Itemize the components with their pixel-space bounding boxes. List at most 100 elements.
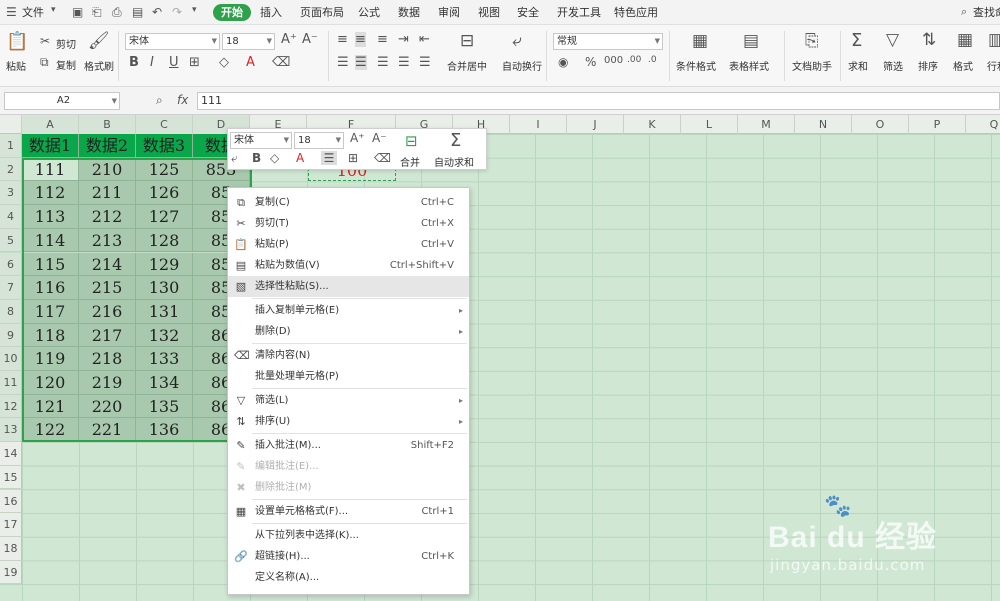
- data-cell[interactable]: 126: [136, 181, 193, 206]
- undo-icon[interactable]: ↶: [152, 5, 162, 19]
- data-cell[interactable]: 134: [136, 371, 193, 395]
- row-col-button[interactable]: 行和: [987, 58, 1000, 73]
- bold-icon[interactable]: B: [252, 151, 261, 165]
- header-cell[interactable]: 数据1: [22, 134, 79, 158]
- align-center-icon[interactable]: ☰: [355, 55, 367, 70]
- menu-item[interactable]: 🔗 超链接(H)... Ctrl+K: [228, 546, 469, 567]
- merge-center-button[interactable]: 合并居中: [447, 58, 487, 73]
- data-cell[interactable]: 128: [136, 228, 193, 253]
- data-cell[interactable]: 120: [22, 371, 79, 395]
- data-cell[interactable]: 119: [22, 347, 79, 371]
- filter-button[interactable]: 筛选: [883, 58, 903, 73]
- increase-font-icon[interactable]: A⁺: [281, 32, 297, 47]
- col-header-p[interactable]: P: [909, 115, 966, 134]
- underline-icon[interactable]: U: [169, 55, 179, 70]
- row-header-1[interactable]: 1: [0, 134, 22, 158]
- format-button[interactable]: 格式: [953, 58, 973, 73]
- col-header-o[interactable]: O: [852, 115, 909, 134]
- col-header-b[interactable]: B: [79, 115, 136, 134]
- data-cell[interactable]: 216: [79, 299, 136, 324]
- menu-item[interactable]: ✂ 剪切(T) Ctrl+X: [228, 213, 469, 234]
- col-header-k[interactable]: K: [624, 115, 681, 134]
- mini-font-size-combo[interactable]: 18 ▼: [294, 132, 344, 149]
- data-cell[interactable]: 210: [79, 157, 136, 182]
- data-cell[interactable]: 117: [22, 299, 79, 324]
- table-style-icon[interactable]: ▤: [743, 31, 759, 51]
- merge-icon[interactable]: ⊟: [405, 132, 418, 150]
- row-header-6[interactable]: 6: [0, 252, 22, 277]
- font-size-combo[interactable]: 18 ▼: [222, 33, 275, 50]
- autosum-icon[interactable]: Σ: [450, 130, 461, 151]
- data-cell[interactable]: 122: [22, 418, 79, 443]
- row-header-5[interactable]: 5: [0, 228, 22, 253]
- data-cell[interactable]: 129: [136, 252, 193, 277]
- data-cell[interactable]: 214: [79, 252, 136, 277]
- border-icon[interactable]: ⊞: [348, 151, 358, 165]
- data-cell[interactable]: 219: [79, 371, 136, 395]
- row-header-15[interactable]: 15: [0, 465, 22, 490]
- menu-item[interactable]: 插入复制单元格(E) ▸: [228, 300, 469, 321]
- menu-item[interactable]: ▦ 设置单元格格式(F)... Ctrl+1: [228, 501, 469, 522]
- increase-font-icon[interactable]: A⁺: [350, 131, 365, 145]
- font-name-combo[interactable]: 宋体 ▼: [125, 33, 220, 50]
- decrease-font-icon[interactable]: A⁻: [302, 32, 318, 47]
- wrap-icon[interactable]: ⤶: [231, 151, 238, 166]
- sum-button[interactable]: 求和: [848, 58, 868, 73]
- data-cell[interactable]: 118: [22, 323, 79, 348]
- col-header-c[interactable]: C: [136, 115, 193, 134]
- mini-autosum-button[interactable]: 自动求和: [434, 154, 474, 169]
- align-middle-icon[interactable]: ≡: [355, 32, 366, 47]
- fill-color-icon[interactable]: ◇: [270, 151, 279, 165]
- row-header-7[interactable]: 7: [0, 276, 22, 300]
- data-cell[interactable]: 121: [22, 394, 79, 419]
- align-right-icon[interactable]: ☰: [377, 55, 389, 70]
- menu-item[interactable]: 从下拉列表中选择(K)...: [228, 525, 469, 546]
- menu-item[interactable]: ▤ 粘贴为数值(V) Ctrl+Shift+V: [228, 255, 469, 276]
- sort-button[interactable]: 排序: [918, 58, 938, 73]
- data-cell[interactable]: 217: [79, 323, 136, 348]
- formula-input[interactable]: 111: [197, 92, 1000, 110]
- hamburger-icon[interactable]: ☰: [6, 5, 17, 19]
- output-icon[interactable]: ⎗: [92, 5, 102, 20]
- preview-icon[interactable]: ▤: [132, 5, 143, 19]
- align-bottom-icon[interactable]: ≡: [377, 32, 388, 47]
- data-cell[interactable]: 131: [136, 299, 193, 324]
- wrap-text-icon[interactable]: ⤶: [512, 31, 522, 51]
- tab-review[interactable]: 审阅: [438, 4, 460, 21]
- increase-decimal-icon[interactable]: .00: [627, 55, 641, 65]
- row-header-11[interactable]: 11: [0, 371, 22, 395]
- data-cell[interactable]: 218: [79, 347, 136, 371]
- font-color-icon[interactable]: A: [246, 55, 255, 70]
- percent-icon[interactable]: %: [585, 55, 596, 69]
- conditional-format-button[interactable]: 条件格式: [676, 58, 716, 73]
- data-cell[interactable]: 116: [22, 276, 79, 300]
- menu-item[interactable]: 📋 粘贴(P) Ctrl+V: [228, 234, 469, 255]
- merge-center-icon[interactable]: ⊟: [460, 31, 474, 51]
- distributed-icon[interactable]: ☰: [419, 55, 431, 70]
- file-menu[interactable]: 文件: [22, 4, 44, 21]
- menu-item[interactable]: ▽ 筛选(L) ▸: [228, 390, 469, 411]
- fx-icon[interactable]: fx: [177, 93, 188, 107]
- tab-developer[interactable]: 开发工具: [557, 4, 601, 21]
- copy-icon[interactable]: ⧉: [40, 55, 49, 70]
- paste-icon[interactable]: 📋: [6, 31, 28, 52]
- data-cell[interactable]: 211: [79, 181, 136, 206]
- menu-item[interactable]: 定义名称(A)...: [228, 567, 469, 588]
- tab-page-layout[interactable]: 页面布局: [300, 4, 344, 21]
- col-header-j[interactable]: J: [567, 115, 624, 134]
- number-format-combo[interactable]: 常规 ▼: [553, 33, 663, 50]
- paste-button[interactable]: 粘贴: [6, 58, 26, 73]
- tab-view[interactable]: 视图: [478, 4, 500, 21]
- row-header-10[interactable]: 10: [0, 347, 22, 371]
- decrease-decimal-icon[interactable]: .0: [648, 55, 657, 65]
- tab-home[interactable]: 开始: [213, 4, 251, 21]
- col-header-i[interactable]: I: [510, 115, 567, 134]
- align-left-icon[interactable]: ☰: [337, 55, 349, 70]
- data-cell[interactable]: 215: [79, 276, 136, 300]
- font-color-icon[interactable]: A: [296, 151, 304, 165]
- chevron-down-icon[interactable]: ▾: [192, 5, 197, 15]
- copy-button[interactable]: 复制: [56, 57, 76, 72]
- row-header-17[interactable]: 17: [0, 513, 22, 537]
- select-all-corner[interactable]: [0, 115, 22, 134]
- search-command[interactable]: 查找命: [973, 4, 1000, 21]
